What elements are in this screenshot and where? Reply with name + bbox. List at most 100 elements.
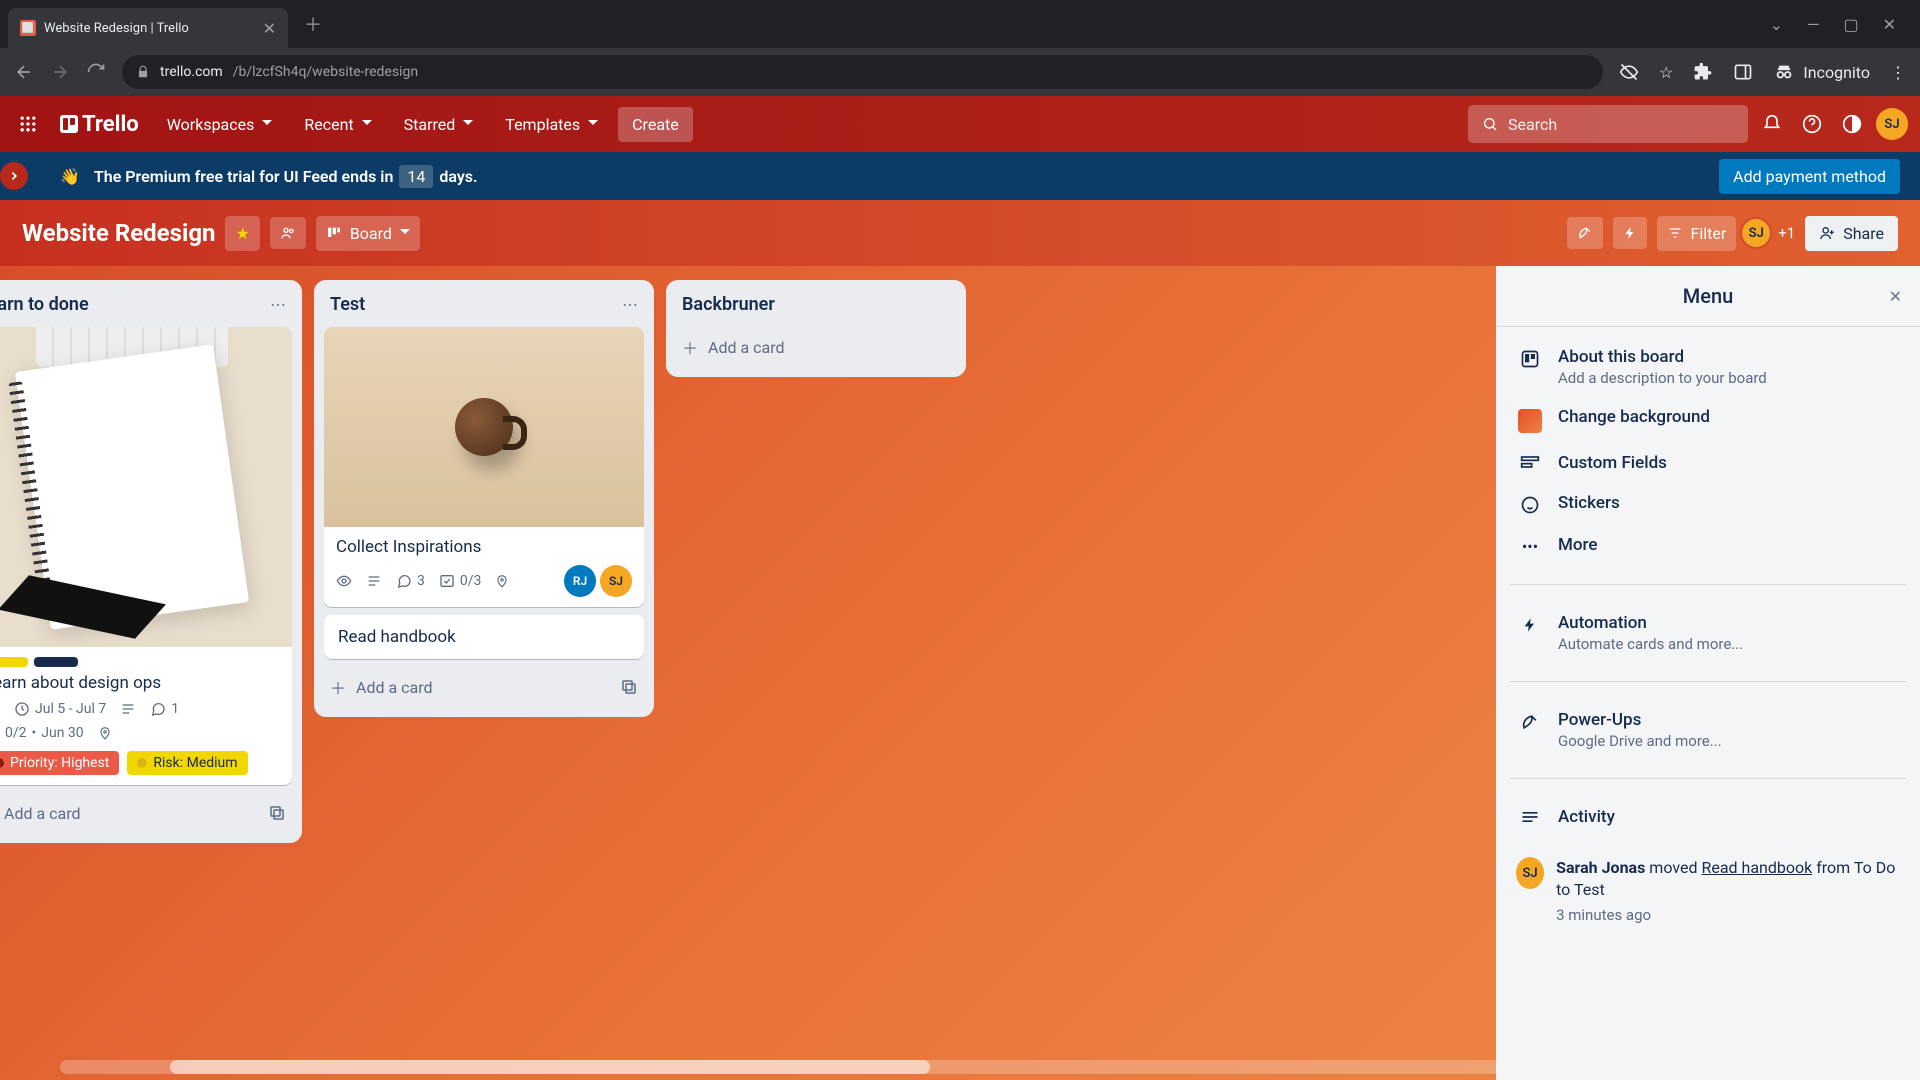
tab-title: Website Redesign | Trello [44,21,255,36]
bookmark-star-icon[interactable]: ☆ [1659,63,1673,82]
add-card-label: Add a card [356,678,433,697]
list-title[interactable]: Learn to done [0,294,89,315]
member-avatar[interactable]: RJ [564,565,596,597]
sidepanel-icon[interactable] [1733,62,1753,82]
add-payment-button[interactable]: Add payment method [1719,159,1900,194]
card-learn-design-ops[interactable]: Learn about design ops Jul 5 - Jul 7 1 0… [0,327,292,785]
app-switcher-icon[interactable] [12,108,44,140]
rocket-button[interactable] [1567,217,1603,249]
background-swatch-icon [1518,409,1542,433]
visibility-button[interactable] [270,217,306,249]
card-read-handbook[interactable]: Read handbook [324,615,644,659]
member-avatar[interactable]: SJ [600,565,632,597]
menu-close-icon[interactable]: ✕ [1889,287,1902,306]
list-menu-icon[interactable]: ⋯ [622,295,638,314]
theme-icon[interactable] [1836,108,1868,140]
board-title[interactable]: Website Redesign [22,219,215,247]
menu-activity[interactable]: Activity [1510,797,1906,837]
card-labels[interactable] [0,657,280,667]
member-avatar[interactable]: SJ [1740,217,1772,249]
menu-custom-fields[interactable]: Custom Fields [1510,443,1906,483]
menu-sub: Add a description to your board [1558,369,1898,387]
url-host: trello.com [160,64,223,80]
menu-about-board[interactable]: About this board Add a description to you… [1510,337,1906,397]
divider [1510,584,1906,585]
activity-icon [1518,809,1542,825]
location-icon [495,573,509,589]
trello-logo[interactable]: Trello [52,112,147,137]
horizontal-scrollbar[interactable] [60,1060,1500,1074]
menu-label: About this board [1558,347,1898,367]
board-icon [1518,349,1542,369]
card-cover [0,327,292,647]
window-minimize-icon[interactable]: — [1807,15,1820,34]
incognito-badge[interactable]: Incognito [1773,61,1870,83]
add-card-button[interactable]: ＋ Add a card [324,667,644,707]
nav-back-button[interactable] [14,62,34,82]
list-title[interactable]: Backbruner [682,294,775,315]
tab-close-icon[interactable]: ✕ [263,19,276,38]
nav-workspaces[interactable]: Workspaces [155,107,285,142]
menu-more[interactable]: ••• More [1510,525,1906,566]
add-card-label: Add a card [708,338,785,357]
help-icon[interactable] [1796,108,1828,140]
board-members[interactable]: SJ +1 [1746,217,1795,249]
extensions-icon[interactable] [1693,62,1713,82]
browser-tab[interactable]: ⬜ Website Redesign | Trello ✕ [8,8,288,48]
automation-button[interactable] [1613,217,1647,249]
template-icon[interactable] [268,804,286,822]
board-view-switcher[interactable]: Board [316,216,420,251]
trello-logo-icon [60,115,78,133]
address-bar[interactable]: trello.com/b/lzcfSh4q/website-redesign [122,55,1603,89]
add-card-button[interactable]: ＋ Add a card [676,327,956,367]
scrollbar-thumb[interactable] [170,1060,930,1074]
member-overflow-count: +1 [1778,224,1795,242]
list-menu-icon[interactable]: ⋯ [270,295,286,314]
search-input[interactable]: Search [1468,105,1748,143]
notifications-icon[interactable] [1756,108,1788,140]
share-button[interactable]: Share [1805,216,1898,251]
description-icon [120,701,136,717]
window-maximize-icon[interactable]: ▢ [1843,15,1858,34]
nav-templates[interactable]: Templates [493,107,610,142]
new-tab-button[interactable]: ＋ [304,11,322,37]
menu-powerups[interactable]: Power-UpsGoogle Drive and more... [1510,700,1906,760]
menu-label: Automation [1558,613,1898,633]
description-icon [366,573,382,589]
activity-avatar[interactable]: SJ [1516,857,1544,889]
add-card-button[interactable]: ＋ Add a card [0,793,292,833]
activity-object-link[interactable]: Read handbook [1701,858,1812,877]
nav-starred[interactable]: Starred [392,107,486,142]
filter-button[interactable]: Filter [1657,216,1737,251]
list-backbruner: Backbruner ＋ Add a card [666,280,966,377]
checklist-badge: 0/3 [439,573,482,589]
template-icon[interactable] [620,678,638,696]
browser-menu-icon[interactable]: ⋮ [1890,63,1906,82]
nav-recent[interactable]: Recent [292,107,383,142]
star-board-button[interactable]: ★ [225,216,259,251]
activity-entry: SJ Sarah Jonas moved Read handbook from … [1496,847,1920,934]
list-title[interactable]: Test [330,294,365,315]
card-collect-inspirations[interactable]: Collect Inspirations 3 0/3 RJ SJ [324,327,644,607]
banner-expand-button[interactable] [0,162,28,190]
label-chip[interactable] [0,657,28,667]
tab-search-icon[interactable]: ⌄ [1770,15,1783,34]
create-button[interactable]: Create [618,107,693,142]
trello-top-nav: Trello Workspaces Recent Starred Templat… [0,96,1920,152]
nav-forward-button[interactable] [50,62,70,82]
location-badge [495,573,509,589]
nav-reload-button[interactable] [86,62,106,82]
card-cover [324,327,644,527]
window-close-icon[interactable]: ✕ [1883,15,1896,34]
board-view-label: Board [350,224,392,243]
card-title: Collect Inspirations [336,537,632,557]
tracking-icon[interactable] [1619,62,1639,82]
label-chip[interactable] [34,657,78,667]
menu-automation[interactable]: AutomationAutomate cards and more... [1510,603,1906,663]
menu-change-background[interactable]: Change background [1510,397,1906,443]
people-icon [280,225,296,241]
menu-stickers[interactable]: Stickers [1510,483,1906,525]
board-menu-panel: Menu ✕ About this boardAdd a description… [1496,266,1920,1080]
user-avatar[interactable]: SJ [1876,108,1908,140]
board-header: Website Redesign ★ Board Filter SJ +1 Sh… [0,200,1920,266]
